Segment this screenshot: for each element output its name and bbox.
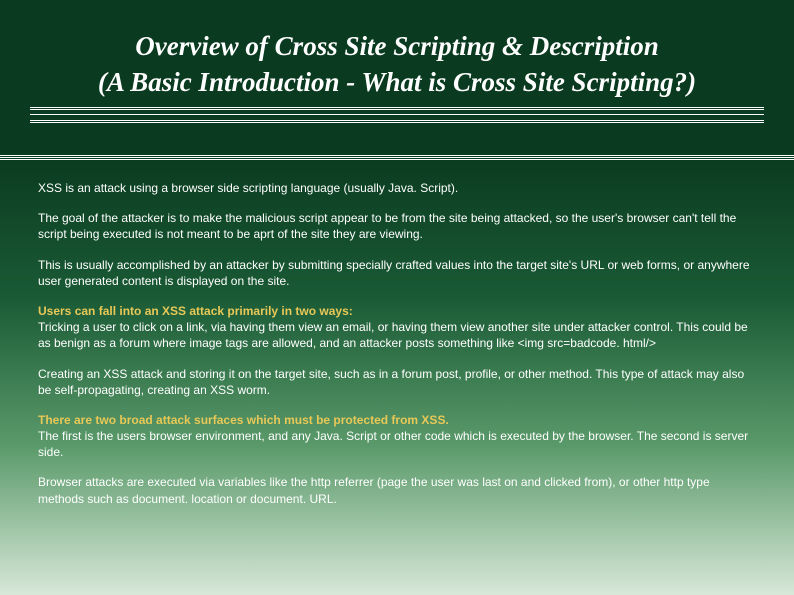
- slide-content: XSS is an attack using a browser side sc…: [0, 160, 794, 521]
- slide-title: Overview of Cross Site Scripting & Descr…: [30, 28, 764, 101]
- paragraph-2: The goal of the attacker is to make the …: [38, 210, 756, 242]
- paragraph-4: Tricking a user to click on a link, via …: [38, 320, 748, 350]
- title-line-2: (A Basic Introduction - What is Cross Si…: [98, 67, 696, 97]
- title-divider: [30, 107, 764, 123]
- paragraph-block-2: There are two broad attack surfaces whic…: [38, 412, 756, 461]
- paragraph-5: Creating an XSS attack and storing it on…: [38, 366, 756, 398]
- slide-header: Overview of Cross Site Scripting & Descr…: [0, 0, 794, 139]
- paragraph-block-1: Users can fall into an XSS attack primar…: [38, 303, 756, 352]
- title-line-1: Overview of Cross Site Scripting & Descr…: [135, 31, 659, 61]
- paragraph-7: Browser attacks are executed via variabl…: [38, 474, 756, 506]
- highlight-1: Users can fall into an XSS attack primar…: [38, 304, 353, 318]
- paragraph-1: XSS is an attack using a browser side sc…: [38, 180, 756, 196]
- paragraph-3: This is usually accomplished by an attac…: [38, 257, 756, 289]
- highlight-2: There are two broad attack surfaces whic…: [38, 413, 449, 427]
- paragraph-6: The first is the users browser environme…: [38, 429, 748, 459]
